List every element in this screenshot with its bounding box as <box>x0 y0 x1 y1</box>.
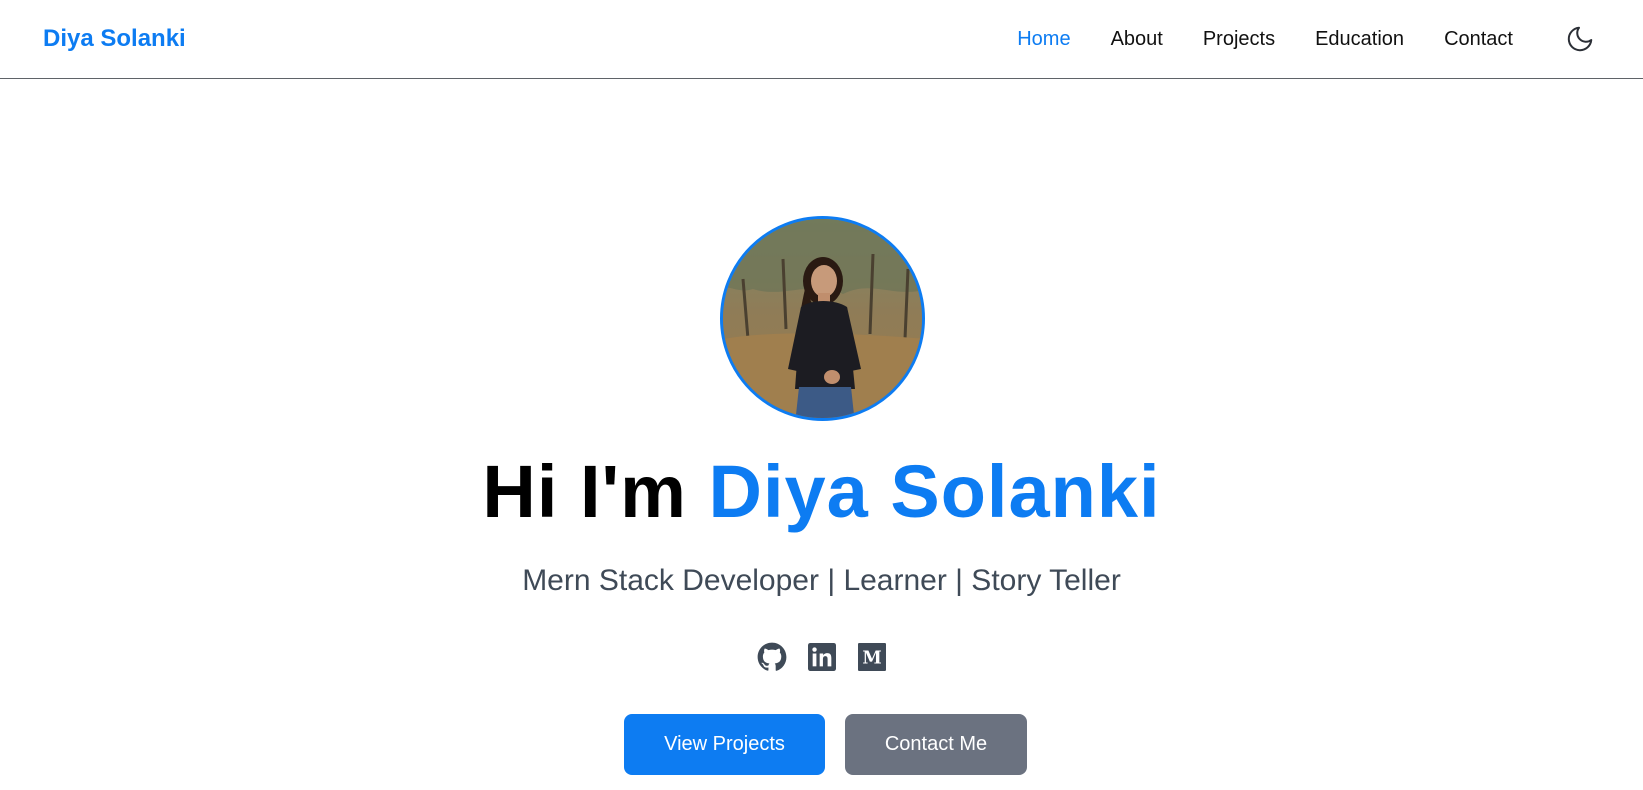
hero-title-prefix: Hi I'm <box>482 450 687 533</box>
navbar: Diya Solanki Home About Projects Educati… <box>0 0 1643 79</box>
nav-item-education[interactable]: Education <box>1315 25 1404 53</box>
social-links: M <box>0 642 1643 672</box>
view-projects-button[interactable]: View Projects <box>624 714 825 775</box>
moon-icon[interactable] <box>1565 24 1595 54</box>
nav-links: Home About Projects Education Contact <box>977 25 1513 53</box>
github-icon[interactable] <box>757 642 787 672</box>
medium-icon[interactable]: M <box>857 642 887 672</box>
nav-item-home[interactable]: Home <box>1017 25 1070 53</box>
hero-section: Hi I'm Diya Solanki Mern Stack Developer… <box>0 79 1643 790</box>
hero-title-name: Diya Solanki <box>708 450 1161 533</box>
svg-text:M: M <box>862 648 881 668</box>
nav-item-projects[interactable]: Projects <box>1203 25 1275 53</box>
nav-item-contact[interactable]: Contact <box>1444 25 1513 53</box>
hero-title: Hi I'm Diya Solanki <box>0 450 1643 534</box>
hero-actions: View Projects Contact Me <box>0 714 1643 775</box>
hero-subtitle: Mern Stack Developer | Learner | Story T… <box>522 564 1121 597</box>
contact-me-button[interactable]: Contact Me <box>845 714 1027 775</box>
brand-logo[interactable]: Diya Solanki <box>43 24 186 54</box>
linkedin-icon[interactable] <box>807 642 837 672</box>
profile-avatar <box>720 216 925 421</box>
nav-item-about[interactable]: About <box>1111 25 1163 53</box>
